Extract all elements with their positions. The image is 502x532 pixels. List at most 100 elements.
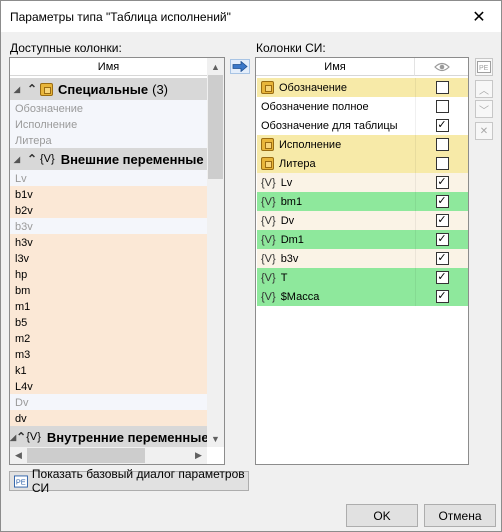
visibility-checkbox[interactable] [435, 138, 449, 151]
special-field-icon [261, 81, 274, 94]
special-field-icon [261, 157, 274, 170]
variable-icon: {V} [40, 153, 55, 165]
svg-text:PE: PE [479, 65, 489, 72]
visibility-checkbox[interactable]: ✓ [435, 214, 449, 227]
group-external[interactable]: ◢ ⌃ {V} Внешние переменные [10, 148, 207, 170]
collapse-triangle-icon[interactable]: ◢ [10, 155, 24, 164]
left-column-header-name[interactable]: Имя [10, 58, 207, 76]
add-column-button[interactable] [230, 59, 250, 74]
right-column-header-visibility[interactable] [414, 58, 468, 76]
si-column-row[interactable]: Обозначение для таблицы ✓ [257, 116, 468, 135]
svg-text:PE: PE [16, 477, 26, 486]
left-vertical-scrollbar[interactable]: ▲ ▼ [207, 58, 224, 447]
visibility-cell: ✓ [415, 173, 468, 192]
si-column-name-cell[interactable]: {V} Dv [257, 211, 415, 230]
si-column-name-cell[interactable]: Обозначение полное [257, 97, 415, 116]
si-column-name-cell[interactable]: {V} b3v [257, 249, 415, 268]
si-column-name: Lv [280, 176, 293, 189]
checkmark-icon: ✓ [437, 214, 447, 226]
scroll-up-icon[interactable]: ▲ [207, 58, 224, 75]
collapse-triangle-icon[interactable]: ◢ [10, 85, 24, 94]
chevron-up-icon[interactable]: ⌃ [16, 430, 26, 444]
available-columns-tree[interactable]: Имя ◢ ⌃ Специальные (3) Обозначение Исполнени… [9, 57, 225, 465]
si-column-name-cell[interactable]: Литера [257, 154, 415, 173]
si-column-row[interactable]: {V} T ✓ [257, 268, 468, 287]
si-columns-table[interactable]: Имя Обозначение Обозначение полное Обознач… [255, 57, 469, 465]
si-column-name: Dv [280, 214, 295, 227]
si-column-name-cell[interactable]: {V} bm1 [257, 192, 415, 211]
group-count: (3) [152, 81, 169, 97]
checkmark-icon: ✓ [437, 176, 447, 188]
cancel-button[interactable]: Отмена [424, 504, 496, 527]
dialog-window: Параметры типа "Таблица исполнений" ✕ До… [0, 0, 502, 532]
move-up-button[interactable]: ︿ [475, 80, 493, 98]
si-column-row[interactable]: {V} Dm1 ✓ [257, 230, 468, 249]
show-base-dialog-button[interactable]: PE Показать базовый диалог параметров СИ [9, 467, 249, 495]
checkmark-icon: ✓ [437, 119, 447, 131]
group-special[interactable]: ◢ ⌃ Специальные (3) [10, 78, 207, 100]
special-group-icon [40, 82, 53, 96]
si-column-name-cell[interactable]: Обозначение [257, 78, 415, 97]
si-column-name-cell[interactable]: Обозначение для таблицы [257, 116, 415, 135]
si-column-name-cell[interactable]: {V} Dm1 [257, 230, 415, 249]
visibility-checkbox[interactable] [435, 157, 449, 170]
group-name: Внутренние переменные [46, 429, 207, 445]
si-column-row[interactable]: Исполнение [257, 135, 468, 154]
visibility-checkbox[interactable]: ✓ [435, 271, 449, 284]
visibility-checkbox[interactable]: ✓ [435, 252, 449, 265]
ok-button[interactable]: OK [346, 504, 418, 527]
close-icon[interactable]: ✕ [457, 1, 501, 32]
si-column-row[interactable]: {V} b3v ✓ [257, 249, 468, 268]
si-column-name-cell[interactable]: Исполнение [257, 135, 415, 154]
column-properties-button[interactable]: PE [475, 58, 493, 76]
visibility-checkbox[interactable]: ✓ [435, 176, 449, 189]
variable-icon: {V} [261, 252, 276, 265]
remove-icon: ✕ [479, 125, 489, 137]
si-column-name: bm1 [280, 195, 303, 208]
chevron-up-icon: ︿ [479, 85, 489, 97]
visibility-cell: ✓ [415, 192, 468, 211]
visibility-checkbox[interactable] [435, 81, 449, 94]
right-column-header-name[interactable]: Имя [256, 58, 414, 76]
variable-icon: {V} [261, 214, 276, 227]
scroll-left-icon[interactable]: ◀ [10, 447, 27, 464]
variable-icon: {V} [261, 195, 276, 208]
visibility-cell: ✓ [415, 116, 468, 135]
variable-icon: {V} [261, 233, 276, 246]
left-scroll-thumb[interactable] [208, 75, 223, 179]
si-column-row[interactable]: Литера [257, 154, 468, 173]
scroll-down-icon[interactable]: ▼ [207, 430, 224, 447]
remove-column-button[interactable]: ✕ [475, 122, 493, 140]
move-down-button[interactable]: ﹀ [475, 100, 493, 118]
si-column-row[interactable]: {V} $Масса ✓ [257, 287, 468, 306]
si-column-name-cell[interactable]: {V} Lv [257, 173, 415, 192]
arrow-right-icon [232, 61, 248, 72]
si-column-row[interactable]: Обозначение [257, 78, 468, 97]
visibility-checkbox[interactable]: ✓ [435, 233, 449, 246]
group-internal[interactable]: ◢ ⌃ {V} Внутренние переменные [10, 426, 207, 448]
chevron-up-icon[interactable]: ⌃ [24, 152, 40, 166]
visibility-cell: ✓ [415, 230, 468, 249]
visibility-checkbox[interactable]: ✓ [435, 290, 449, 303]
show-base-dialog-label: Показать базовый диалог параметров СИ [31, 467, 245, 495]
available-columns-label: Доступные колонки: [10, 41, 122, 55]
chevron-up-icon[interactable]: ⌃ [24, 82, 40, 96]
si-column-name-cell[interactable]: {V} $Масса [257, 287, 415, 306]
visibility-checkbox[interactable]: ✓ [435, 195, 449, 208]
scroll-right-icon[interactable]: ▶ [190, 447, 207, 464]
variable-icon: {V} [261, 290, 276, 303]
visibility-checkbox[interactable] [435, 100, 449, 113]
visibility-cell: ✓ [415, 211, 468, 230]
si-column-row[interactable]: {V} Dv ✓ [257, 211, 468, 230]
left-horizontal-scrollbar[interactable]: ◀ ▶ [10, 447, 207, 464]
si-column-row[interactable]: {V} Lv ✓ [257, 173, 468, 192]
special-field-icon [261, 138, 274, 151]
visibility-checkbox[interactable]: ✓ [435, 119, 449, 132]
si-column-name-cell[interactable]: {V} T [257, 268, 415, 287]
si-column-row[interactable]: Обозначение полное [257, 97, 468, 116]
left-hscroll-thumb[interactable] [27, 448, 145, 463]
si-column-row[interactable]: {V} bm1 ✓ [257, 192, 468, 211]
properties-icon: PE [477, 61, 491, 73]
visibility-cell [415, 78, 468, 97]
visibility-cell [415, 97, 468, 116]
